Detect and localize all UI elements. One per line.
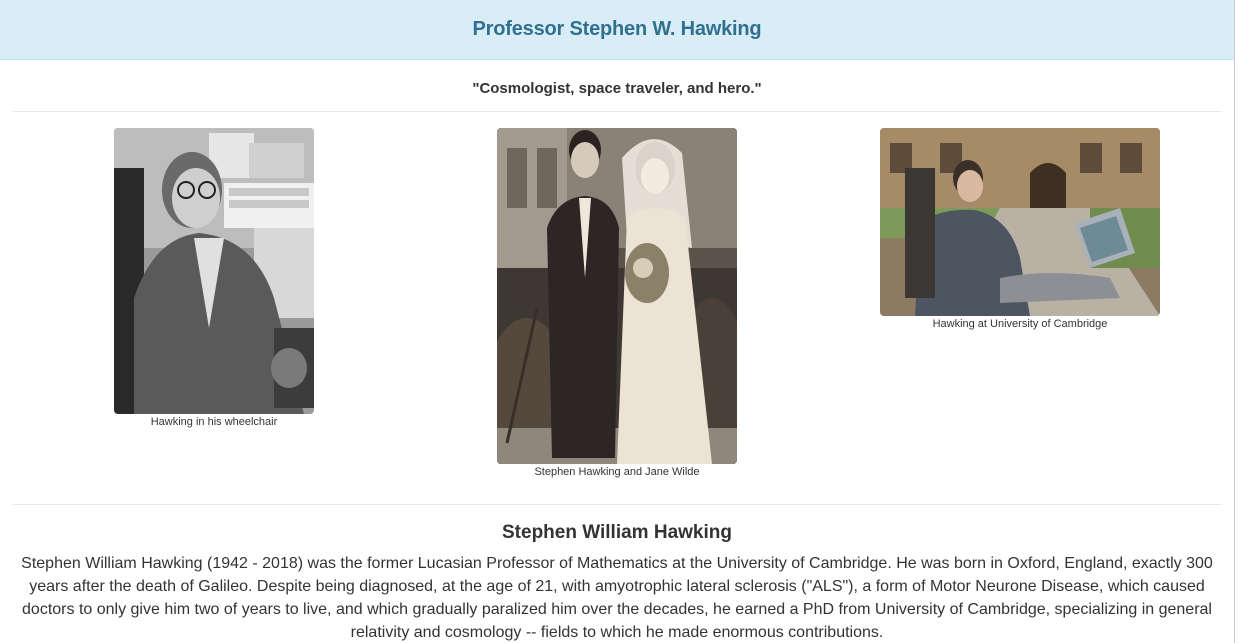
page-header: Professor Stephen W. Hawking	[0, 0, 1234, 60]
caption-wheelchair: Hawking in his wheelchair	[150, 416, 278, 428]
figure-cambridge: Hawking at University of Cambridge	[880, 128, 1160, 330]
quote: "Cosmologist, space traveler, and hero."	[13, 60, 1221, 112]
figure-wedding: Stephen Hawking and Jane Wilde	[497, 128, 737, 478]
photo-wheelchair	[114, 128, 314, 414]
photo-wedding	[497, 128, 737, 464]
caption-wedding: Stephen Hawking and Jane Wilde	[534, 466, 700, 478]
photo-gallery: Hawking in his wheelchair Stephen Hawkin…	[13, 112, 1221, 505]
biography-section: Stephen William Hawking Stephen William …	[13, 505, 1221, 643]
page-title: Professor Stephen W. Hawking	[472, 18, 762, 40]
main-container: "Cosmologist, space traveler, and hero."	[0, 60, 1234, 643]
page-frame: Professor Stephen W. Hawking "Cosmologis…	[0, 0, 1235, 643]
photo-cambridge	[880, 128, 1160, 316]
biography-heading: Stephen William Hawking	[502, 522, 732, 543]
biography-text: Stephen William Hawking (1942 - 2018) wa…	[21, 555, 1213, 641]
figure-wheelchair: Hawking in his wheelchair	[114, 128, 314, 428]
caption-cambridge: Hawking at University of Cambridge	[932, 318, 1108, 330]
